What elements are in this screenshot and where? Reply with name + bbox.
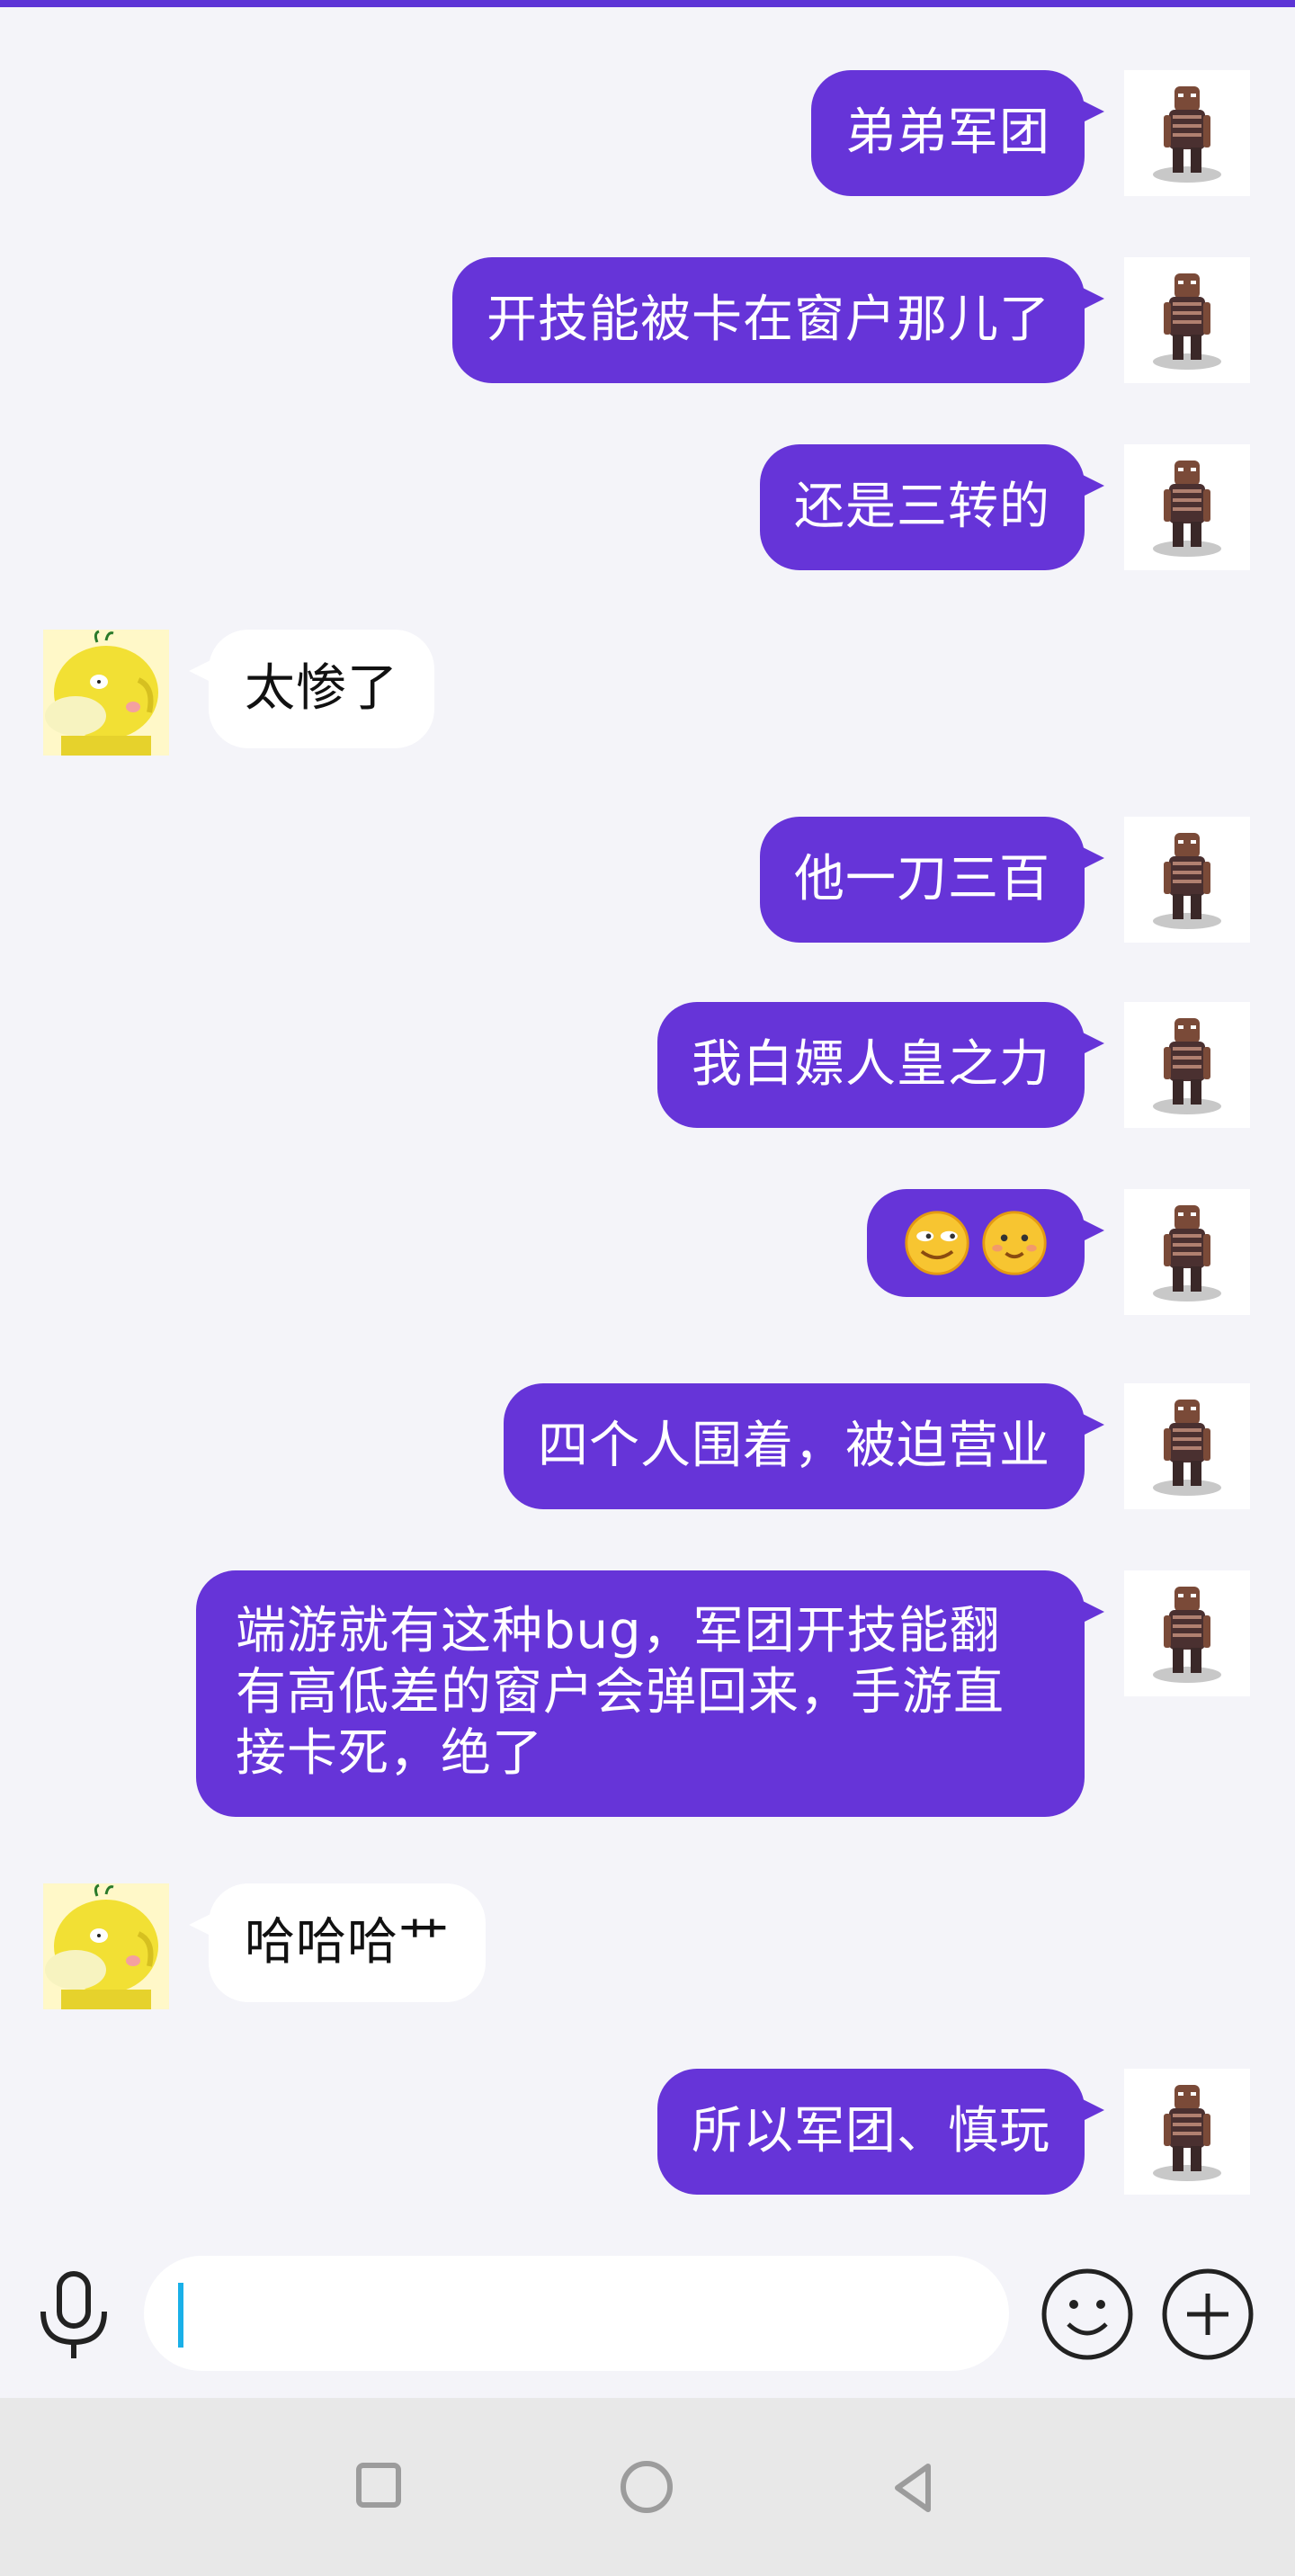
message-text: 还是三转的: [794, 478, 1050, 536]
message-input-bar: [0, 2231, 1295, 2398]
pixel-character-icon: [1153, 461, 1221, 557]
top-status-strip: [0, 0, 1295, 7]
message-text: 哈哈哈艹: [245, 1913, 450, 1972]
message-text: 所以军团、慎玩: [692, 2102, 1050, 2160]
home-icon[interactable]: [621, 2461, 673, 2513]
yellow-duck-icon: [43, 1883, 169, 2009]
pixel-character-icon: [1153, 1205, 1221, 1301]
my-avatar[interactable]: [1124, 70, 1250, 196]
my-avatar[interactable]: [1124, 817, 1250, 943]
sent-message-bubble[interactable]: 开技能被卡在窗户那儿了: [452, 257, 1104, 383]
message-text: 他一刀三百: [794, 850, 1050, 908]
pixel-character-icon: [1153, 1018, 1221, 1114]
smiley-icon[interactable]: [1040, 2267, 1135, 2362]
my-avatar[interactable]: [1124, 257, 1250, 383]
pixel-character-icon: [1153, 86, 1221, 183]
sent-message-bubble[interactable]: 弟弟军团: [811, 70, 1104, 196]
pixel-character-icon: [1153, 2085, 1221, 2181]
recent-apps-icon[interactable]: [356, 2463, 401, 2508]
text-caret: [178, 2283, 183, 2348]
sent-emoji-bubble[interactable]: [867, 1189, 1104, 1297]
received-message-bubble[interactable]: 太惨了: [189, 630, 434, 748]
pixel-character-icon: [1153, 273, 1221, 370]
message-text: 四个人围着，被迫营业: [538, 1417, 1050, 1475]
my-avatar[interactable]: [1124, 2069, 1250, 2195]
plus-icon[interactable]: [1160, 2267, 1255, 2362]
back-icon[interactable]: [887, 2461, 941, 2515]
sent-message-bubble[interactable]: 端游就有这种bug，军团开技能翻有高低差的窗户会弹回来，手游直接卡死，绝了: [196, 1570, 1104, 1817]
message-text: 我白嫖人皇之力: [692, 1035, 1050, 1094]
my-avatar[interactable]: [1124, 444, 1250, 570]
yellow-duck-icon: [43, 630, 169, 756]
contact-avatar[interactable]: [43, 1883, 169, 2009]
sent-message-bubble[interactable]: 还是三转的: [760, 444, 1104, 570]
message-text: 弟弟军团: [845, 103, 1050, 162]
message-text: 端游就有这种bug，军团开技能翻有高低差的窗户会弹回来，手游直接卡死，绝了: [236, 1602, 1005, 1783]
pixel-character-icon: [1153, 1400, 1221, 1496]
received-message-bubble[interactable]: 哈哈哈艹: [189, 1883, 486, 2002]
my-avatar[interactable]: [1124, 1383, 1250, 1509]
microphone-icon[interactable]: [36, 2270, 112, 2360]
pixel-character-icon: [1153, 833, 1221, 929]
contact-avatar[interactable]: [43, 630, 169, 756]
message-input[interactable]: [144, 2256, 1009, 2371]
my-avatar[interactable]: [1124, 1002, 1250, 1128]
smile-emoji: [982, 1211, 1047, 1275]
sent-message-bubble[interactable]: 他一刀三百: [760, 817, 1104, 943]
sly-smile-emoji: [905, 1211, 969, 1275]
pixel-character-icon: [1153, 1587, 1221, 1683]
system-navigation-bar: [0, 2398, 1295, 2576]
sent-message-bubble[interactable]: 四个人围着，被迫营业: [504, 1383, 1104, 1509]
my-avatar[interactable]: [1124, 1570, 1250, 1696]
my-avatar[interactable]: [1124, 1189, 1250, 1315]
sent-message-bubble[interactable]: 我白嫖人皇之力: [657, 1002, 1104, 1128]
message-text: 太惨了: [245, 659, 398, 718]
message-text: 开技能被卡在窗户那儿了: [487, 291, 1050, 349]
sent-message-bubble[interactable]: 所以军团、慎玩: [657, 2069, 1104, 2195]
